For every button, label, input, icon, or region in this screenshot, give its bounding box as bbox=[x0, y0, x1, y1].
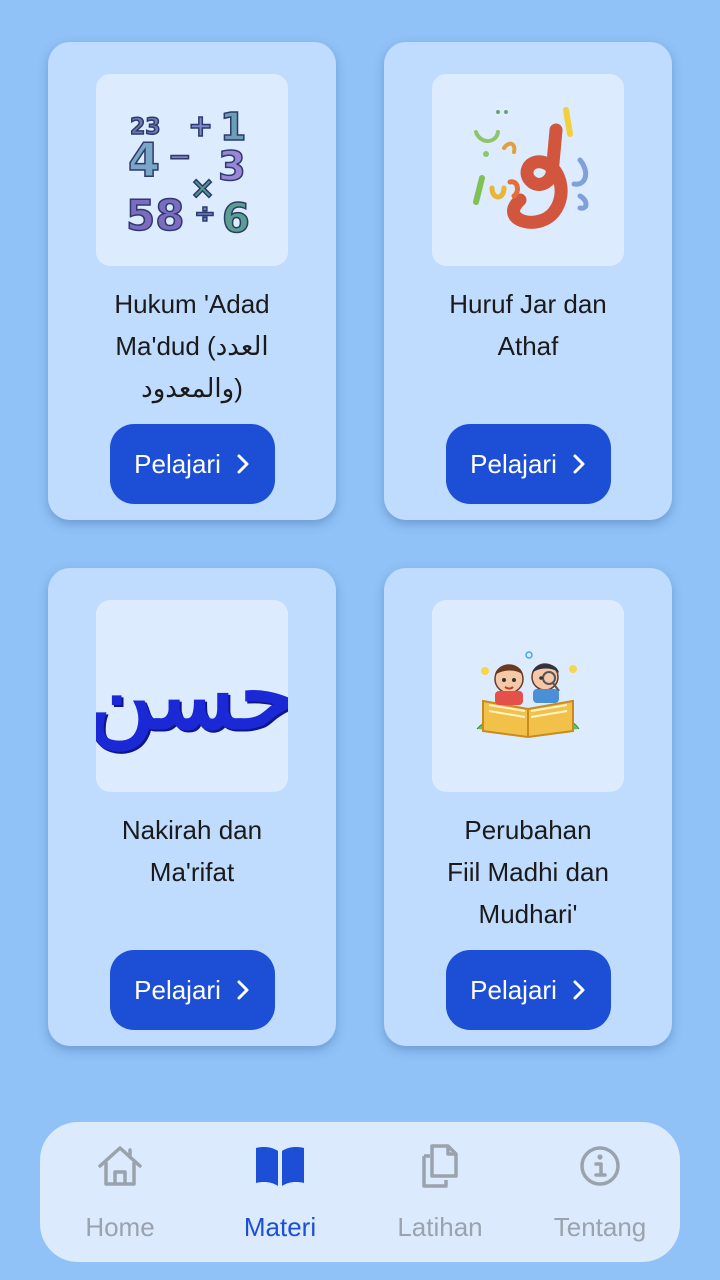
button-label: Pelajari bbox=[470, 974, 557, 1005]
card-hukum-adad[interactable]: 23 + 1 4 − 3 × 58 ÷ 6 Hukum 'Adad Ma'dud… bbox=[48, 42, 336, 520]
nav-label: Latihan bbox=[397, 1212, 483, 1242]
nav-label: Tentang bbox=[553, 1212, 647, 1242]
chevron-right-icon bbox=[573, 454, 585, 474]
card-title: Huruf Jar dan Athaf bbox=[449, 289, 607, 361]
card-huruf-jar[interactable]: Huruf Jar dan Athaf Pelajari bbox=[384, 42, 672, 520]
calligraphy-text: حسن bbox=[96, 642, 288, 750]
chevron-right-icon bbox=[237, 980, 249, 1000]
svg-text:4: 4 bbox=[128, 133, 160, 187]
button-label: Pelajari bbox=[470, 448, 557, 479]
book-icon bbox=[256, 1147, 304, 1186]
screen: 23 + 1 4 − 3 × 58 ÷ 6 Hukum 'Adad Ma'dud… bbox=[0, 0, 720, 1280]
pelajari-button[interactable]: Pelajari bbox=[110, 424, 275, 504]
copy-documents-icon bbox=[422, 1144, 458, 1188]
svg-text:6: 6 bbox=[222, 196, 250, 234]
card-title: Hukum 'Adad Ma'dud (العدد والمعدود) bbox=[114, 289, 270, 403]
svg-text:÷: ÷ bbox=[194, 199, 216, 229]
pelajari-button[interactable]: Pelajari bbox=[446, 424, 611, 504]
numbers-math-image: 23 + 1 4 − 3 × 58 ÷ 6 bbox=[96, 74, 288, 266]
home-icon bbox=[98, 1146, 142, 1186]
card-perubahan-fiil[interactable]: Perubahan Fiil Madhi dan Mudhari' Pelaja… bbox=[384, 568, 672, 1046]
chevron-right-icon bbox=[573, 980, 585, 1000]
nav-label: Materi bbox=[243, 1212, 317, 1242]
svg-text:58: 58 bbox=[128, 191, 184, 234]
button-label: Pelajari bbox=[134, 974, 221, 1005]
card-title: Nakirah dan Ma'rifat bbox=[121, 815, 263, 887]
svg-text:1: 1 bbox=[220, 106, 246, 149]
nav-item-materi[interactable]: Materi bbox=[200, 1122, 360, 1262]
pelajari-button[interactable]: Pelajari bbox=[110, 950, 275, 1030]
nav-label: Home bbox=[85, 1212, 155, 1242]
svg-text:+: + bbox=[188, 109, 213, 144]
svg-text:3: 3 bbox=[218, 144, 246, 190]
nav-item-home[interactable]: Home bbox=[40, 1122, 200, 1262]
arabic-letters-image bbox=[432, 74, 624, 266]
card-nakirah[interactable]: حسن Nakirah dan Ma'rifat Pelajari bbox=[48, 568, 336, 1046]
info-icon bbox=[580, 1146, 620, 1186]
chevron-right-icon bbox=[237, 454, 249, 474]
nav-item-tentang[interactable]: Tentang bbox=[520, 1122, 680, 1262]
button-label: Pelajari bbox=[134, 448, 221, 479]
pelajari-button[interactable]: Pelajari bbox=[446, 950, 611, 1030]
svg-text:−: − bbox=[168, 140, 191, 173]
kids-reading-book-image bbox=[432, 600, 624, 792]
bottom-navigation: Home Materi Latihan Tentang bbox=[40, 1122, 680, 1262]
card-title: Perubahan Fiil Madhi dan Mudhari' bbox=[447, 815, 609, 929]
nav-item-latihan[interactable]: Latihan bbox=[360, 1122, 520, 1262]
arabic-calligraphy-image: حسن bbox=[96, 600, 288, 792]
